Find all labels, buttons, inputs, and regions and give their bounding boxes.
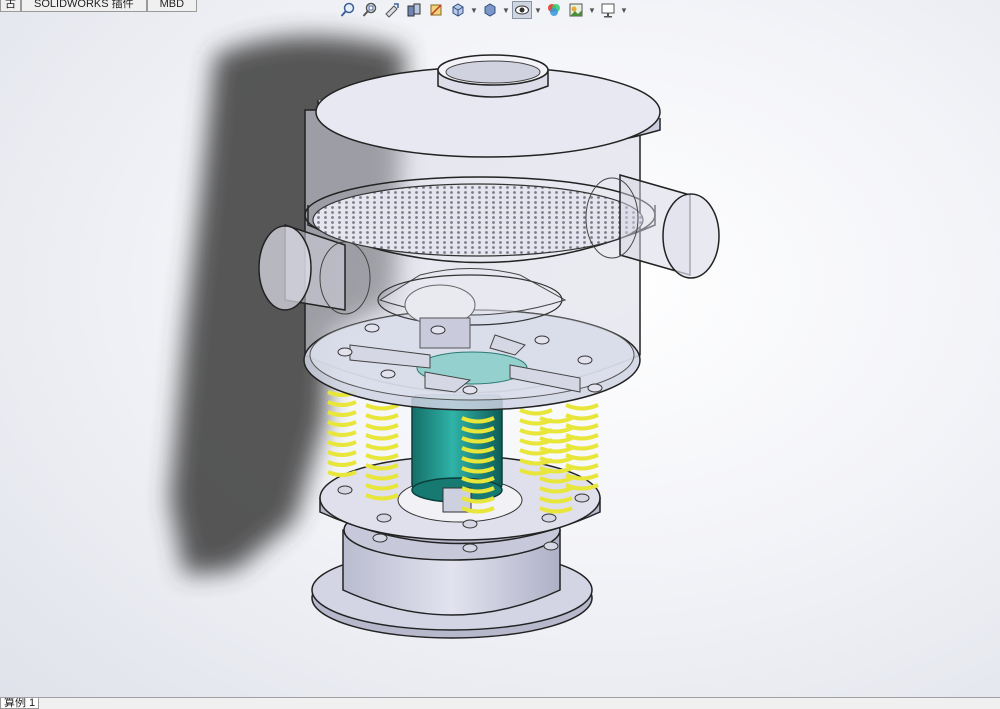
model-view-tabs-bar: 算例 1 bbox=[0, 697, 1000, 709]
chevron-down-icon[interactable]: ▼ bbox=[534, 1, 542, 19]
tab-study-1[interactable]: 算例 1 bbox=[0, 698, 40, 709]
zoom-to-area-icon[interactable] bbox=[360, 1, 380, 19]
view-settings-icon[interactable] bbox=[598, 1, 618, 19]
edit-appearance-icon[interactable] bbox=[544, 1, 564, 19]
display-style-icon[interactable] bbox=[480, 1, 500, 19]
sieve-drum bbox=[303, 54, 661, 411]
heads-up-view-toolbar: ▼ ▼ ▼ ▼ ▼ bbox=[338, 0, 628, 20]
hide-show-items-icon[interactable] bbox=[512, 1, 532, 19]
previous-view-icon[interactable] bbox=[382, 1, 402, 19]
zoom-to-fit-icon[interactable] bbox=[338, 1, 358, 19]
chevron-down-icon[interactable]: ▼ bbox=[588, 1, 596, 19]
tab-partial[interactable]: 古 bbox=[0, 0, 21, 12]
command-manager-tabs: 古 SOLIDWORKS 插件 MBD bbox=[0, 0, 198, 12]
view-orientation-icon[interactable] bbox=[448, 1, 468, 19]
chevron-down-icon[interactable]: ▼ bbox=[620, 1, 628, 19]
tab-solidworks-addins[interactable]: SOLIDWORKS 插件 bbox=[21, 0, 147, 12]
chevron-down-icon[interactable]: ▼ bbox=[502, 1, 510, 19]
dynamic-annotation-view-icon[interactable] bbox=[426, 1, 446, 19]
apply-scene-icon[interactable] bbox=[566, 1, 586, 19]
chevron-down-icon[interactable]: ▼ bbox=[470, 1, 478, 19]
spring-6 bbox=[565, 403, 599, 491]
spring-1 bbox=[327, 390, 357, 477]
section-view-icon[interactable] bbox=[404, 1, 424, 19]
vibration-motor bbox=[411, 394, 503, 513]
tab-mbd[interactable]: MBD bbox=[146, 0, 198, 12]
graphics-viewport[interactable]: 古 SOLIDWORKS 插件 MBD ▼ ▼ ▼ ▼ ▼ 算例 1 bbox=[0, 0, 1000, 709]
3d-model-rotary-vibrating-sieve[interactable] bbox=[0, 0, 1000, 709]
